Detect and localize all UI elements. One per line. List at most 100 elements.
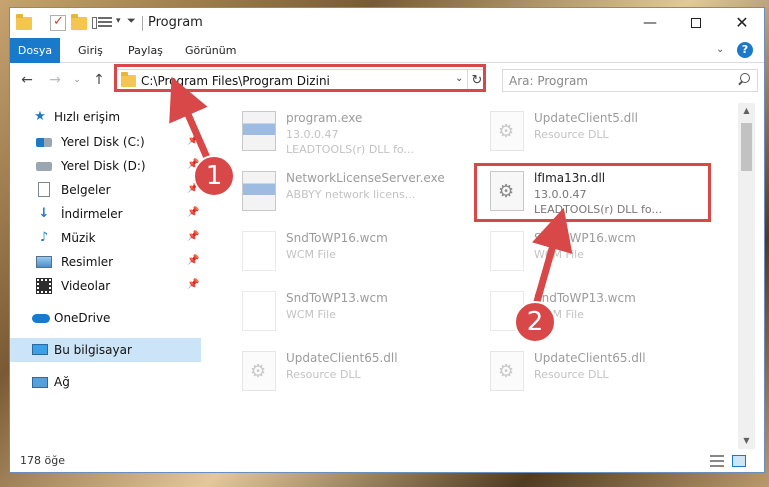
tab-view[interactable]: Görünüm [185, 38, 236, 63]
scroll-up-button[interactable]: ▲ [738, 103, 755, 119]
item-count: 178 öğe [20, 454, 65, 467]
minimize-button[interactable]: — [627, 8, 673, 38]
address-highlight-box [114, 64, 486, 92]
tab-share[interactable]: Paylaş [128, 38, 163, 63]
sidebar-item-videos[interactable]: Videolar 📌 [10, 274, 201, 298]
pin-icon[interactable]: 📌 [187, 207, 199, 218]
sidebar-item-label: Ağ [54, 375, 70, 389]
pin-icon[interactable]: 📌 [187, 255, 199, 266]
help-icon[interactable]: ? [737, 42, 753, 58]
document-icon [36, 182, 52, 198]
download-icon: ↓ [38, 206, 50, 221]
file-name: UpdateClient65.dll [534, 351, 646, 365]
ribbon-tabs: Dosya Giriş Paylaş Görünüm ⌄ ? [10, 38, 764, 63]
file-item[interactable]: UpdateClient65.dll Resource DLL [486, 345, 716, 401]
list-view-icon[interactable] [92, 15, 112, 31]
maximize-icon [691, 18, 701, 28]
expand-ribbon-icon[interactable]: ⌄ [716, 44, 724, 55]
sidebar-item-documents[interactable]: Belgeler 📌 [10, 178, 201, 202]
qa-caret-icon[interactable]: ▾ [116, 16, 121, 26]
file-detail: 13.0.0.47 [286, 128, 339, 141]
wcm-file-icon [490, 231, 524, 271]
new-folder-icon[interactable] [71, 14, 87, 31]
search-input[interactable]: Ara: Program [502, 69, 758, 92]
sidebar-item-label: OneDrive [54, 311, 111, 325]
sidebar-item-music[interactable]: ♪ Müzik 📌 [10, 226, 201, 250]
wcm-file-icon [242, 291, 276, 331]
file-highlight-box [474, 163, 711, 222]
file-detail: Resource DLL [534, 128, 609, 141]
file-name: NetworkLicenseServer.exe [286, 171, 445, 185]
file-detail: WCM File [534, 248, 584, 261]
pin-icon[interactable]: 📌 [187, 231, 199, 242]
wcm-file-icon [242, 231, 276, 271]
file-detail: WCM File [286, 248, 336, 261]
tab-file[interactable]: Dosya [10, 38, 60, 63]
file-detail: Resource DLL [286, 368, 361, 381]
sidebar-item-label: Müzik [61, 231, 96, 245]
file-item[interactable]: UpdateClient5.dll Resource DLL [486, 105, 716, 161]
details-view-icon[interactable] [710, 455, 724, 467]
cloud-icon [32, 310, 50, 326]
sidebar-item-label: Belgeler [61, 183, 111, 197]
file-name: SndToWP16.wcm [534, 231, 636, 245]
status-bar: 178 öğe [10, 449, 764, 472]
file-name: program.exe [286, 111, 363, 125]
dll-file-icon [242, 351, 276, 391]
music-icon: ♪ [39, 230, 49, 245]
drive-icon [36, 158, 52, 174]
sidebar-item-network[interactable]: Ağ [10, 370, 201, 394]
sidebar-item-this-pc[interactable]: Bu bilgisayar [10, 338, 201, 362]
sidebar-item-quick-access[interactable]: ★ Hızlı erişim [10, 105, 201, 129]
navigation-pane: ★ Hızlı erişim Yerel Disk (C:) 📌 Yerel D… [10, 103, 206, 449]
pin-icon[interactable]: 📌 [187, 135, 199, 146]
sidebar-item-label: Yerel Disk (C:) [61, 135, 145, 149]
forward-button[interactable]: → [46, 70, 64, 90]
title-bar: ▾ ⏷ Program — ✕ [10, 8, 764, 38]
search-icon[interactable] [737, 73, 750, 86]
file-name: SndToWP13.wcm [534, 291, 636, 305]
sidebar-item-label: Hızlı erişim [54, 110, 121, 124]
recent-locations-button[interactable]: ⌄ [68, 70, 86, 90]
tiles-view-icon[interactable] [732, 455, 746, 467]
sidebar-item-onedrive[interactable]: OneDrive [10, 306, 201, 330]
maximize-button[interactable] [673, 8, 719, 38]
back-button[interactable]: ← [18, 70, 36, 90]
dll-file-icon [490, 111, 524, 151]
file-detail: Resource DLL [534, 368, 609, 381]
title-separator [142, 16, 143, 31]
search-placeholder: Ara: Program [509, 74, 588, 88]
file-item[interactable]: SndToWP13.wcm WCM File [238, 285, 468, 341]
star-icon: ★ [34, 109, 46, 124]
file-item[interactable]: NetworkLicenseServer.exe ABBYY network l… [238, 165, 468, 221]
network-icon [32, 374, 48, 390]
sidebar-item-pictures[interactable]: Resimler 📌 [10, 250, 201, 274]
step-2-badge: 2 [514, 301, 556, 343]
customize-toolbar-icon[interactable]: ⏷ [127, 14, 136, 28]
step-1-badge: 1 [193, 155, 235, 197]
file-item[interactable]: SndToWP16.wcm WCM File [486, 225, 716, 281]
file-item[interactable]: program.exe 13.0.0.47 LEADTOOLS(r) DLL f… [238, 105, 468, 161]
sidebar-item-label: Resimler [61, 255, 114, 269]
file-item[interactable]: UpdateClient65.dll Resource DLL [238, 345, 468, 401]
pin-icon[interactable]: 📌 [187, 279, 199, 290]
file-name: SndToWP16.wcm [286, 231, 388, 245]
file-detail: WCM File [286, 308, 336, 321]
sidebar-item-downloads[interactable]: ↓ İndirmeler 📌 [10, 202, 201, 226]
sidebar-item-local-disk-c[interactable]: Yerel Disk (C:) 📌 [10, 130, 201, 154]
close-button[interactable]: ✕ [719, 8, 764, 38]
exe-file-icon [242, 111, 276, 151]
window-title: Program [148, 15, 203, 30]
up-button[interactable]: ↑ [90, 70, 108, 90]
sidebar-item-label: İndirmeler [61, 207, 123, 221]
file-detail: ABBYY network licens... [286, 188, 416, 201]
sidebar-item-local-disk-d[interactable]: Yerel Disk (D:) 📌 [10, 154, 201, 178]
vertical-scrollbar[interactable]: ▲ ▼ [738, 103, 755, 449]
scroll-down-button[interactable]: ▼ [738, 433, 755, 449]
file-item[interactable]: SndToWP16.wcm WCM File [238, 225, 468, 281]
file-list: program.exe 13.0.0.47 LEADTOOLS(r) DLL f… [228, 103, 738, 449]
scroll-thumb[interactable] [741, 123, 752, 171]
tab-home[interactable]: Giriş [78, 38, 103, 63]
dll-file-icon [490, 351, 524, 391]
properties-check-icon[interactable] [50, 14, 66, 31]
